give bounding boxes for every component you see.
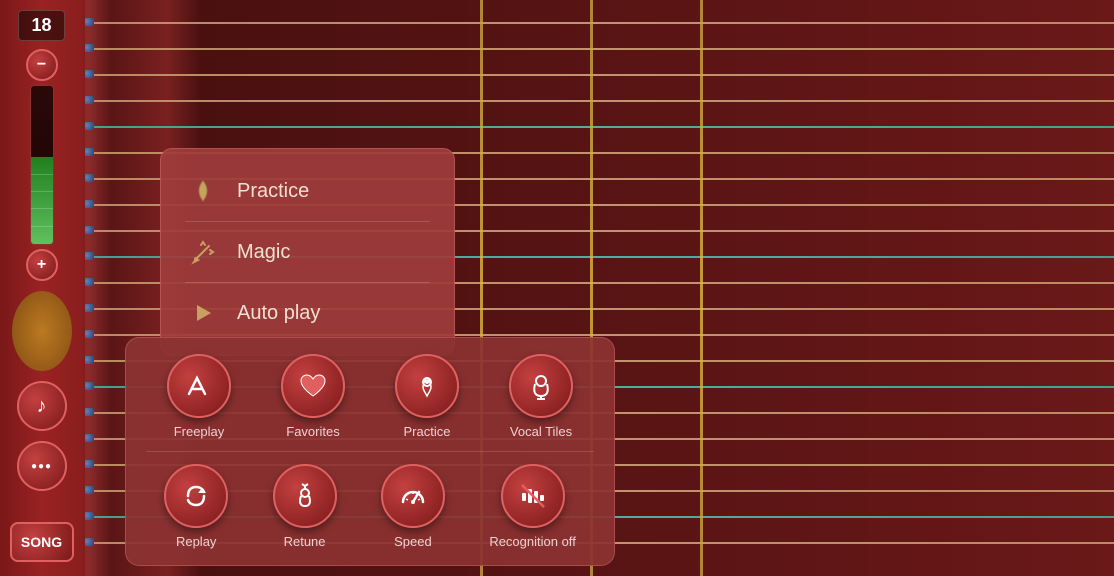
- mode-item-magic[interactable]: Magic: [177, 222, 438, 282]
- toolbar-separator: [146, 451, 594, 452]
- vocal-tiles-label: Vocal Tiles: [510, 424, 572, 439]
- toolbar-item-speed[interactable]: Speed: [381, 464, 445, 549]
- volume-plus-button[interactable]: +: [26, 249, 58, 281]
- practice-label: Practice: [404, 424, 451, 439]
- magic-mode-icon: [185, 234, 221, 270]
- toolbar-item-recognition-off[interactable]: Recognition off: [489, 464, 576, 549]
- toolbar-item-favorites[interactable]: Favorites: [281, 354, 345, 439]
- freeplay-button[interactable]: [167, 354, 231, 418]
- number-badge: 18: [18, 10, 64, 41]
- speed-button[interactable]: [381, 464, 445, 528]
- minus-icon: −: [37, 56, 46, 74]
- practice-mode-label: Practice: [237, 180, 309, 203]
- replay-button[interactable]: [164, 464, 228, 528]
- autoplay-mode-label: Auto play: [237, 302, 320, 325]
- gold-decoration: [12, 291, 72, 371]
- retune-button[interactable]: [273, 464, 337, 528]
- song-button[interactable]: SONG: [10, 522, 74, 562]
- favorites-button[interactable]: [281, 354, 345, 418]
- retune-label: Retune: [284, 534, 326, 549]
- favorites-label: Favorites: [286, 424, 339, 439]
- bottom-toolbar: Freeplay Favorites Practice: [125, 337, 615, 566]
- song-label: SONG: [21, 534, 62, 550]
- string-2: [85, 48, 1114, 50]
- string-1: [85, 22, 1114, 24]
- recognition-off-button[interactable]: [501, 464, 565, 528]
- toolbar-row-1: Freeplay Favorites Practice: [146, 354, 594, 439]
- autoplay-mode-icon: [185, 295, 221, 331]
- volume-control: − +: [26, 49, 58, 281]
- more-icon: ●●●: [31, 461, 52, 472]
- left-sidebar: 18 − + ♪ ●●● SONG: [0, 0, 85, 576]
- mode-item-autoplay[interactable]: Auto play: [177, 283, 438, 343]
- magic-mode-label: Magic: [237, 241, 290, 264]
- music-button[interactable]: ♪: [17, 381, 67, 431]
- string-4: [85, 100, 1114, 102]
- toolbar-item-retune[interactable]: Retune: [273, 464, 337, 549]
- practice-button[interactable]: [395, 354, 459, 418]
- mode-menu-panel: Practice Magic Auto play: [160, 148, 455, 356]
- volume-slider[interactable]: [30, 85, 54, 245]
- bridge-line-3: [700, 0, 703, 576]
- vocal-tiles-button[interactable]: [509, 354, 573, 418]
- toolbar-item-replay[interactable]: Replay: [164, 464, 228, 549]
- practice-mode-icon: [185, 173, 221, 209]
- music-icon: ♪: [37, 395, 47, 418]
- toolbar-item-practice[interactable]: Practice: [395, 354, 459, 439]
- recognition-off-label: Recognition off: [489, 534, 576, 549]
- toolbar-item-vocal-tiles[interactable]: Vocal Tiles: [509, 354, 573, 439]
- plus-icon: +: [37, 256, 46, 274]
- freeplay-label: Freeplay: [174, 424, 225, 439]
- speed-label: Speed: [394, 534, 432, 549]
- more-button[interactable]: ●●●: [17, 441, 67, 491]
- string-3: [85, 74, 1114, 76]
- volume-minus-button[interactable]: −: [26, 49, 58, 81]
- replay-label: Replay: [176, 534, 216, 549]
- volume-fill: [31, 157, 53, 244]
- toolbar-item-freeplay[interactable]: Freeplay: [167, 354, 231, 439]
- toolbar-row-2: Replay Retune: [146, 464, 594, 549]
- string-5: [85, 126, 1114, 128]
- mode-item-practice[interactable]: Practice: [177, 161, 438, 221]
